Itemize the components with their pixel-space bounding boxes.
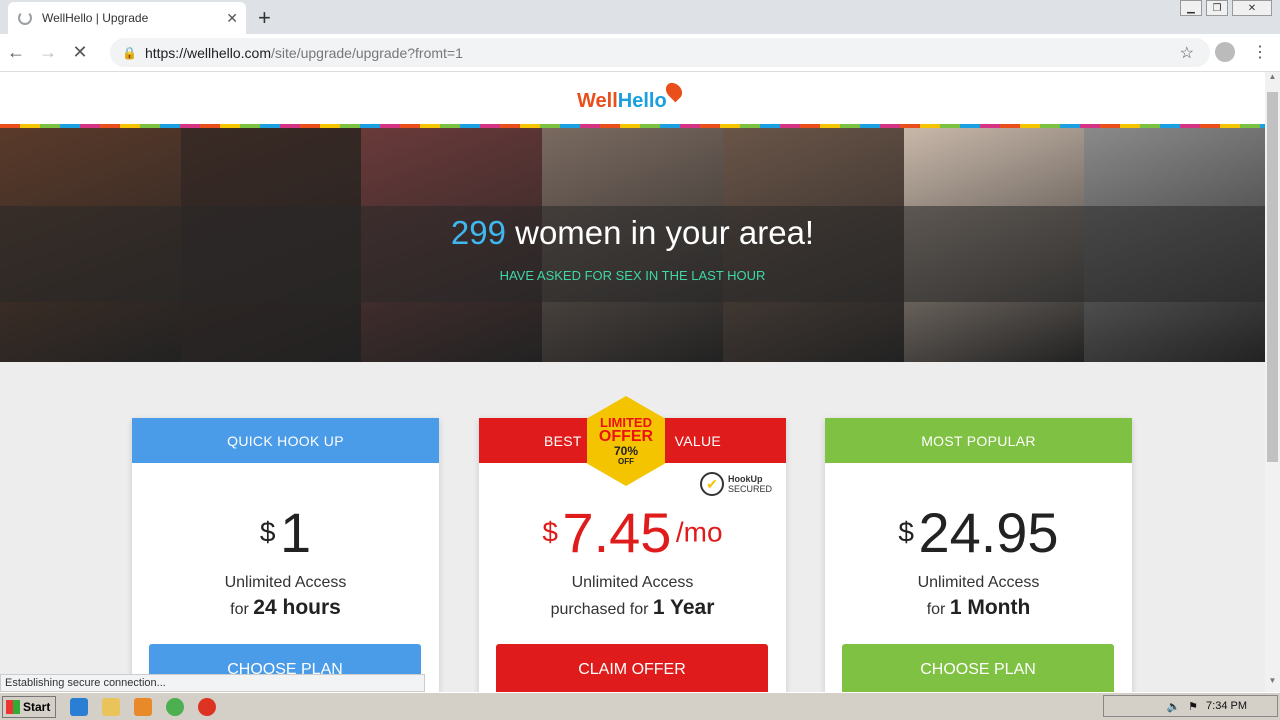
scroll-up-icon[interactable]: ▲ bbox=[1265, 72, 1280, 88]
plan-header-left: BEST bbox=[544, 432, 582, 449]
media-player-icon[interactable] bbox=[134, 697, 152, 716]
browser-tab[interactable]: WellHello | Upgrade ✕ bbox=[8, 2, 246, 34]
plan-line1: Unlimited Access bbox=[917, 574, 1040, 591]
page-scrollbar[interactable]: ▲ ▼ bbox=[1265, 72, 1280, 692]
currency: $ bbox=[542, 516, 558, 548]
plan-line2-pre: for bbox=[230, 601, 254, 618]
bookmark-star-icon[interactable]: ☆ bbox=[1180, 43, 1194, 63]
price-amount: 1 bbox=[279, 501, 312, 564]
plan-line2-pre: for bbox=[926, 601, 950, 618]
site-header: WellHello bbox=[0, 72, 1265, 124]
lock-icon: 🔒 bbox=[122, 45, 137, 60]
loading-icon bbox=[18, 11, 32, 25]
wellhello-logo[interactable]: WellHello bbox=[577, 79, 685, 113]
browser-tab-strip: WellHello | Upgrade ✕ + ▁ ❐ ✕ bbox=[0, 0, 1280, 34]
page-viewport: WellHello 299 women in your area! HAVE A… bbox=[0, 72, 1265, 692]
back-icon[interactable]: ← bbox=[0, 42, 32, 63]
scroll-thumb[interactable] bbox=[1267, 92, 1278, 462]
url-host: https://wellhello.com bbox=[144, 44, 272, 61]
clock[interactable]: 7:34 PM bbox=[1206, 700, 1247, 712]
windows-flag-icon bbox=[6, 699, 20, 714]
windows-taskbar: Start 🔈 ⚑ 7:34 PM bbox=[0, 692, 1280, 720]
plan-card-popular: MOST POPULAR $ 24.95 Unlimited Access fo… bbox=[825, 418, 1132, 692]
plan-price: $ 24.95 bbox=[825, 500, 1132, 565]
plan-header: QUICK HOOK UP bbox=[132, 418, 439, 463]
url-field[interactable]: 🔒 https://wellhello.com/site/upgrade/upg… bbox=[110, 38, 1210, 67]
claim-offer-button[interactable]: CLAIM OFFER bbox=[496, 644, 768, 692]
badge-line4: OFF bbox=[618, 457, 634, 466]
hero-banner: 299 women in your area! HAVE ASKED FOR S… bbox=[0, 128, 1265, 362]
plan-line2-pre: purchased for bbox=[550, 601, 653, 618]
flag-icon[interactable]: ⚑ bbox=[1188, 700, 1198, 713]
logo-well: Well bbox=[577, 90, 618, 112]
system-tray: 🔈 ⚑ 7:34 PM bbox=[1103, 695, 1278, 717]
address-bar-row: ← → ✕ 🔒 https://wellhello.com/site/upgra… bbox=[0, 34, 1280, 72]
ie-icon[interactable] bbox=[70, 697, 88, 716]
price-period: /mo bbox=[675, 516, 723, 548]
url-path: /site/upgrade/upgrade?fromt=1 bbox=[271, 44, 463, 61]
secured-line1: HookUp bbox=[728, 474, 763, 484]
plan-duration: 24 hours bbox=[253, 596, 341, 619]
scroll-down-icon[interactable]: ▼ bbox=[1265, 676, 1280, 692]
logo-hello: Hello bbox=[617, 90, 667, 112]
plan-header: MOST POPULAR bbox=[825, 418, 1132, 463]
plan-price: $ 7.45 /mo bbox=[479, 500, 786, 565]
price-amount: 24.95 bbox=[918, 501, 1059, 564]
tab-title: WellHello | Upgrade bbox=[42, 11, 149, 25]
tab-close-icon[interactable]: ✕ bbox=[226, 10, 238, 27]
badge-line2: OFFER bbox=[598, 428, 654, 445]
speaker-icon[interactable]: 🔈 bbox=[1166, 700, 1180, 713]
forward-icon[interactable]: → bbox=[32, 42, 64, 63]
plan-header-right: VALUE bbox=[674, 432, 721, 449]
start-button[interactable]: Start bbox=[2, 695, 56, 718]
plan-line1: Unlimited Access bbox=[571, 574, 694, 591]
menu-dots-icon[interactable]: ⋮ bbox=[1252, 42, 1268, 62]
opera-icon[interactable] bbox=[198, 697, 216, 716]
hero-subtitle: HAVE ASKED FOR SEX IN THE LAST HOUR bbox=[499, 268, 766, 283]
hero-title: 299 women in your area! bbox=[0, 214, 1265, 252]
currency: $ bbox=[259, 516, 276, 548]
new-tab-button[interactable]: + bbox=[258, 5, 271, 31]
chrome-icon[interactable] bbox=[166, 697, 184, 716]
hero-count: 299 bbox=[450, 214, 506, 251]
plan-duration: 1 Month bbox=[949, 596, 1031, 619]
profile-avatar[interactable] bbox=[1215, 42, 1235, 62]
minimize-button[interactable]: ▁ bbox=[1180, 0, 1202, 16]
price-amount: 7.45 bbox=[562, 501, 672, 564]
plan-card-quick: QUICK HOOK UP $ 1 Unlimited Access for 2… bbox=[132, 418, 439, 692]
close-window-button[interactable]: ✕ bbox=[1232, 0, 1272, 16]
plan-line2: for 24 hours bbox=[132, 596, 439, 620]
start-label: Start bbox=[23, 699, 51, 714]
secured-line2: SECURED bbox=[728, 484, 773, 494]
plan-price: $ 1 bbox=[132, 500, 439, 565]
badge-line3: 70% bbox=[613, 444, 639, 458]
hookup-secured-seal: ✔ HookUp SECURED bbox=[700, 472, 772, 496]
plan-line1: Unlimited Access bbox=[224, 574, 347, 591]
plan-duration: 1 Year bbox=[652, 596, 715, 619]
hero-title-text: women in your area! bbox=[505, 214, 815, 251]
anyrun-watermark: ANY RUN bbox=[1040, 684, 1251, 692]
folder-icon[interactable] bbox=[102, 697, 120, 716]
plan-line2: purchased for 1 Year bbox=[479, 596, 786, 620]
restore-button[interactable]: ❐ bbox=[1206, 0, 1228, 16]
currency: $ bbox=[898, 516, 914, 548]
checkmark-icon: ✔ bbox=[700, 472, 724, 496]
plan-line2: for 1 Month bbox=[825, 596, 1132, 620]
stop-icon[interactable]: ✕ bbox=[64, 42, 96, 63]
status-bubble: Establishing secure connection... bbox=[0, 674, 425, 692]
window-controls: ▁ ❐ ✕ bbox=[1180, 0, 1272, 16]
